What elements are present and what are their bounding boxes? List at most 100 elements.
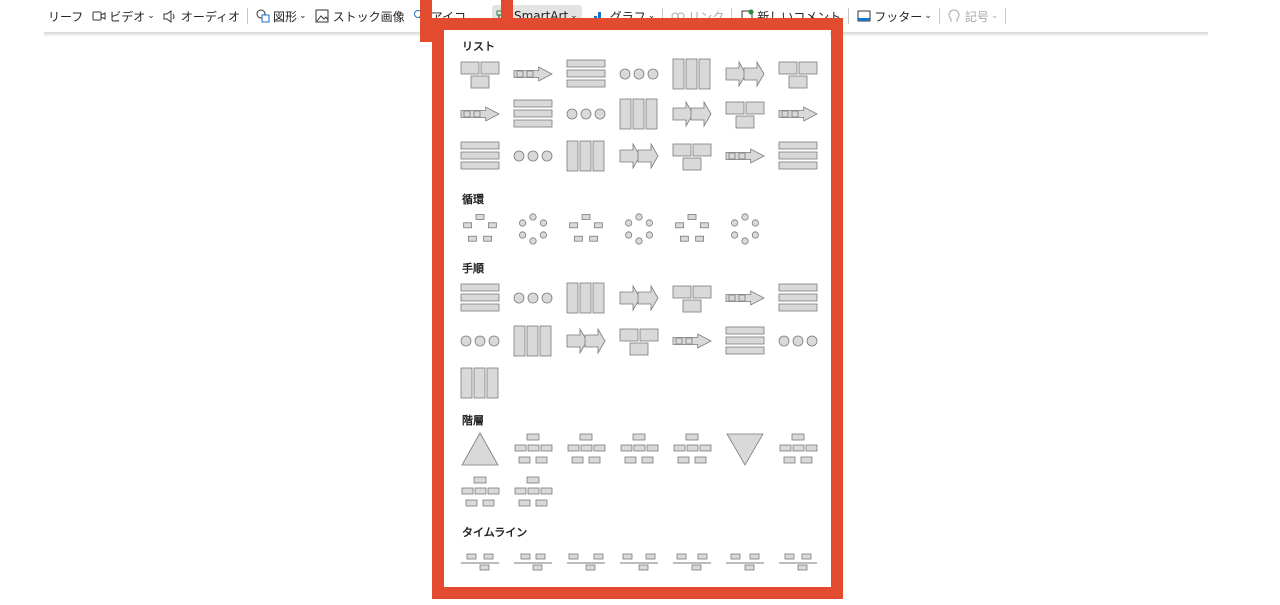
symbol-button[interactable]: 記号 ⌄ [943, 5, 1003, 27]
smartart-layout-timeline-3[interactable] [564, 545, 608, 581]
smartart-layout-hierarchy-6[interactable] [723, 431, 767, 467]
smartart-layout-list-9[interactable] [511, 96, 555, 132]
smartart-layout-hierarchy-9[interactable] [511, 474, 555, 510]
smartart-layout-process-1[interactable] [458, 280, 502, 316]
symbol-icon [947, 9, 962, 24]
smartart-layout-list-15[interactable] [458, 138, 502, 174]
smartart-layout-list-6[interactable] [723, 56, 767, 92]
smartart-layout-process-14[interactable] [776, 323, 820, 359]
smartart-layout-list-5[interactable] [670, 56, 714, 92]
video-label: ビデオ [109, 9, 146, 24]
section-title-process: 手順 [462, 262, 484, 275]
smartart-layout-cycle-6[interactable] [723, 211, 767, 247]
chevron-down-icon: ⌄ [924, 11, 932, 21]
smartart-layout-list-10[interactable] [564, 96, 608, 132]
footer-button[interactable]: フッター ⌄ [852, 5, 936, 27]
shapes-button[interactable]: 図形 ⌄ [251, 5, 311, 27]
smartart-layout-list-17[interactable] [564, 138, 608, 174]
smartart-layout-process-2[interactable] [511, 280, 555, 316]
chevron-down-icon: ⌄ [990, 11, 999, 21]
sheet-leaf-button[interactable]: リーフ [44, 5, 87, 27]
smartart-thumbnail-icon [566, 140, 605, 172]
chevron-down-icon: ⌄ [299, 11, 307, 21]
smartart-thumbnail-icon [566, 327, 606, 355]
smartart-thumbnail-icon [461, 432, 499, 466]
smartart-layout-list-12[interactable] [670, 96, 714, 132]
smartart-thumbnail-icon [778, 61, 818, 89]
smartart-layout-list-13[interactable] [723, 96, 767, 132]
smartart-thumbnail-icon [513, 292, 553, 304]
section-title-timeline: タイムライン [462, 526, 528, 539]
smartart-layout-timeline-5[interactable] [670, 545, 714, 581]
smartart-thumbnail-icon [672, 333, 712, 349]
smartart-thumbnail-icon [569, 214, 603, 242]
smartart-layout-process-8[interactable] [458, 323, 502, 359]
smartart-layout-process-13[interactable] [723, 323, 767, 359]
stock-images-label: ストック画像 [332, 9, 405, 24]
smartart-layout-list-2[interactable] [511, 56, 555, 92]
stock-images-button[interactable]: ストック画像 [311, 5, 409, 27]
smartart-layout-process-6[interactable] [723, 280, 767, 316]
smartart-thumbnail-icon [567, 433, 606, 464]
smartart-layout-cycle-3[interactable] [564, 211, 608, 247]
smartart-thumbnail-icon [726, 433, 764, 466]
smartart-thumbnail-icon [566, 282, 605, 314]
smartart-thumbnail-icon [566, 59, 606, 88]
smartart-layout-hierarchy-4[interactable] [617, 431, 661, 467]
smartart-layout-hierarchy-3[interactable] [564, 431, 608, 467]
smartart-layout-cycle-2[interactable] [511, 211, 555, 247]
toolbar-divider [938, 8, 940, 24]
smartart-layout-cycle-1[interactable] [458, 211, 502, 247]
smartart-layout-timeline-2[interactable] [511, 545, 555, 581]
smartart-layout-list-1[interactable] [458, 56, 502, 92]
smartart-layout-list-14[interactable] [776, 96, 820, 132]
smartart-layout-process-12[interactable] [670, 323, 714, 359]
footer-label: フッター [874, 9, 923, 24]
smartart-layout-timeline-6[interactable] [723, 545, 767, 581]
smartart-layout-process-10[interactable] [564, 323, 608, 359]
smartart-layout-cycle-5[interactable] [670, 211, 714, 247]
smartart-layout-list-8[interactable] [458, 96, 502, 132]
smartart-layout-process-15[interactable] [458, 365, 502, 401]
smartart-layout-hierarchy-5[interactable] [670, 431, 714, 467]
smartart-layout-list-7[interactable] [776, 56, 820, 92]
smartart-layout-timeline-1[interactable] [458, 545, 502, 581]
smartart-layout-list-20[interactable] [723, 138, 767, 174]
section-title-hierarchy: 階層 [462, 414, 484, 427]
smartart-layout-list-19[interactable] [670, 138, 714, 174]
smartart-layout-list-18[interactable] [617, 138, 661, 174]
audio-button[interactable]: オーディオ [159, 5, 244, 27]
smartart-thumbnail-icon [619, 284, 659, 312]
smartart-layout-process-11[interactable] [617, 323, 661, 359]
smartart-layout-process-5[interactable] [670, 280, 714, 316]
smartart-layout-list-16[interactable] [511, 138, 555, 174]
smartart-thumbnail-icon [619, 142, 659, 170]
smartart-layout-process-4[interactable] [617, 280, 661, 316]
smartart-layout-cycle-4[interactable] [617, 211, 661, 247]
smartart-layout-timeline-4[interactable] [617, 545, 661, 581]
smartart-layout-process-9[interactable] [511, 323, 555, 359]
section-title-cycle: 循環 [462, 193, 484, 206]
smartart-layout-list-11[interactable] [617, 96, 661, 132]
video-icon [91, 9, 106, 24]
smartart-layout-process-7[interactable] [776, 280, 820, 316]
smartart-thumbnail-icon [513, 66, 553, 82]
smartart-thumbnail-icon [519, 213, 547, 245]
smartart-layout-hierarchy-7[interactable] [776, 431, 820, 467]
smartart-thumbnail-icon [460, 141, 500, 170]
footer-icon [856, 9, 871, 24]
smartart-layout-list-4[interactable] [617, 56, 661, 92]
smartart-layout-list-21[interactable] [776, 138, 820, 174]
highlight-frame [420, 0, 432, 42]
smartart-thumbnail-icon [778, 335, 818, 347]
smartart-layout-list-3[interactable] [564, 56, 608, 92]
smartart-layout-timeline-7[interactable] [776, 545, 820, 581]
smartart-thumbnail-icon [731, 213, 759, 245]
smartart-layout-hierarchy-8[interactable] [458, 474, 502, 510]
smartart-layout-process-3[interactable] [564, 280, 608, 316]
smartart-layout-hierarchy-1[interactable] [458, 431, 502, 467]
smartart-layout-hierarchy-2[interactable] [511, 431, 555, 467]
video-button[interactable]: ビデオ ⌄ [87, 5, 159, 27]
smartart-thumbnail-icon [778, 141, 818, 170]
smartart-thumbnail-icon [567, 553, 605, 571]
